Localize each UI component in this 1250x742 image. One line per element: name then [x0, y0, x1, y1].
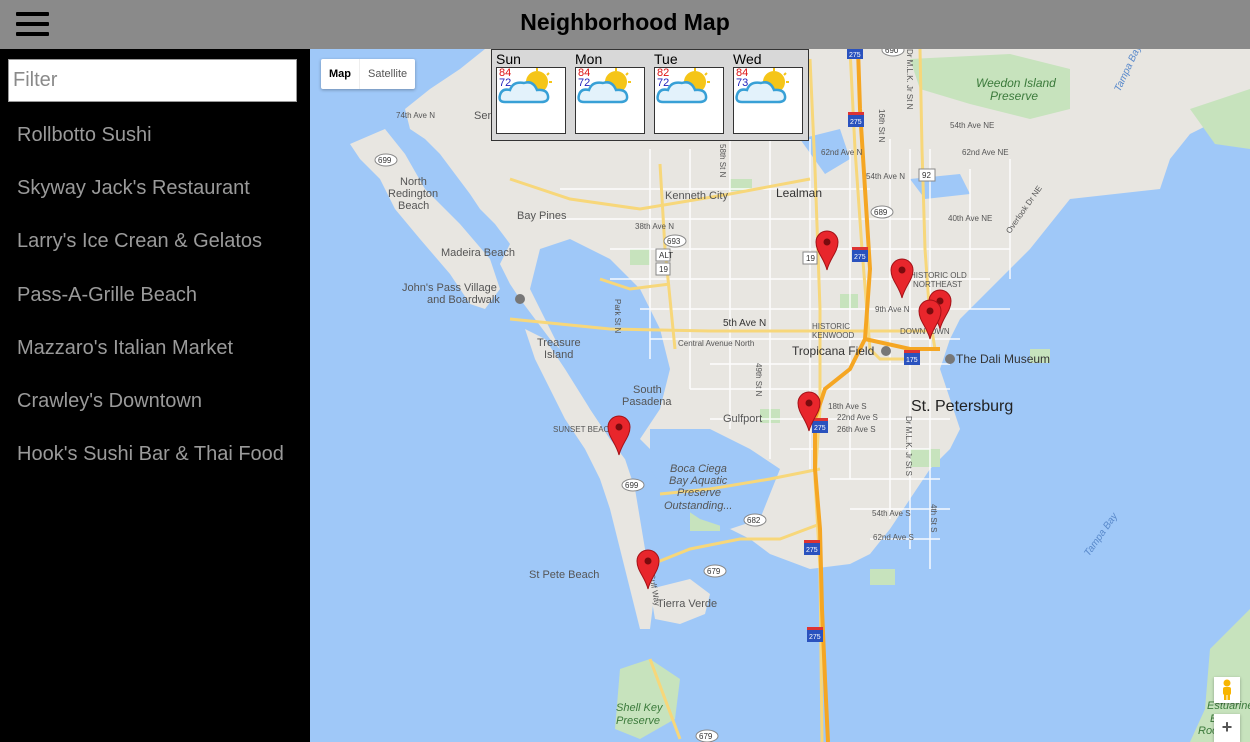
map-marker[interactable]	[607, 415, 631, 456]
weather-day-label: Sun	[496, 51, 521, 67]
map-marker[interactable]	[636, 549, 660, 590]
list-item[interactable]: Larry's Ice Crean & Gelatos	[17, 230, 284, 283]
places-list: Rollbotto Sushi Skyway Jack's Restaurant…	[17, 124, 284, 496]
map-marker[interactable]	[890, 258, 914, 299]
weather-day-label: Mon	[575, 51, 603, 67]
list-item[interactable]: Hook's Sushi Bar & Thai Food	[17, 443, 284, 496]
shopping-icon	[515, 294, 525, 304]
weather-card: 84 73	[733, 67, 803, 134]
weather-day-label: Wed	[733, 51, 762, 67]
weather-day: Wed 84 73	[733, 51, 805, 137]
map-type-satellite-button[interactable]: Satellite	[359, 59, 415, 89]
map-marker[interactable]	[918, 299, 942, 340]
list-item[interactable]: Skyway Jack's Restaurant	[17, 177, 284, 230]
app-header: Neighborhood Map	[0, 0, 1250, 49]
partly-cloudy-icon	[656, 68, 710, 104]
weather-day: Mon 84 72	[575, 51, 647, 137]
map-canvas[interactable]: Weedon Island Preserve Sen North Redingt…	[310, 49, 1250, 742]
list-item[interactable]: Crawley's Downtown	[17, 390, 284, 443]
map-type-map-button[interactable]: Map	[321, 59, 359, 89]
partly-cloudy-icon	[577, 68, 631, 104]
map-marker[interactable]	[797, 391, 821, 432]
list-item[interactable]: Mazzaro's Italian Market	[17, 337, 284, 390]
weather-day-label: Tue	[654, 51, 678, 67]
weather-day: Sun 84 72	[496, 51, 568, 137]
pegman-icon[interactable]	[1214, 677, 1240, 703]
zoom-in-button[interactable]: +	[1214, 714, 1240, 742]
museum-icon	[945, 354, 955, 364]
marker-layer	[515, 230, 955, 590]
app-root: Neighborhood Map Rollbotto Sushi Skyway …	[0, 0, 1250, 742]
list-item[interactable]: Pass-A-Grille Beach	[17, 284, 284, 337]
partly-cloudy-icon	[735, 68, 789, 104]
weather-widget: Sun 84 72 Mon 84 72 Tue 82 72 Wed 84 73	[491, 49, 809, 141]
map-type-control: Map Satellite	[321, 59, 416, 89]
map-marker[interactable]	[815, 230, 839, 271]
weather-card: 84 72	[575, 67, 645, 134]
weather-card: 84 72	[496, 67, 566, 134]
stadium-icon	[881, 346, 891, 356]
partly-cloudy-icon	[498, 68, 552, 104]
weather-card: 82 72	[654, 67, 724, 134]
list-item[interactable]: Rollbotto Sushi	[17, 124, 284, 177]
sidebar: Rollbotto Sushi Skyway Jack's Restaurant…	[0, 49, 310, 742]
page-title: Neighborhood Map	[520, 9, 730, 35]
filter-input[interactable]	[8, 59, 297, 102]
weather-day: Tue 82 72	[654, 51, 726, 137]
